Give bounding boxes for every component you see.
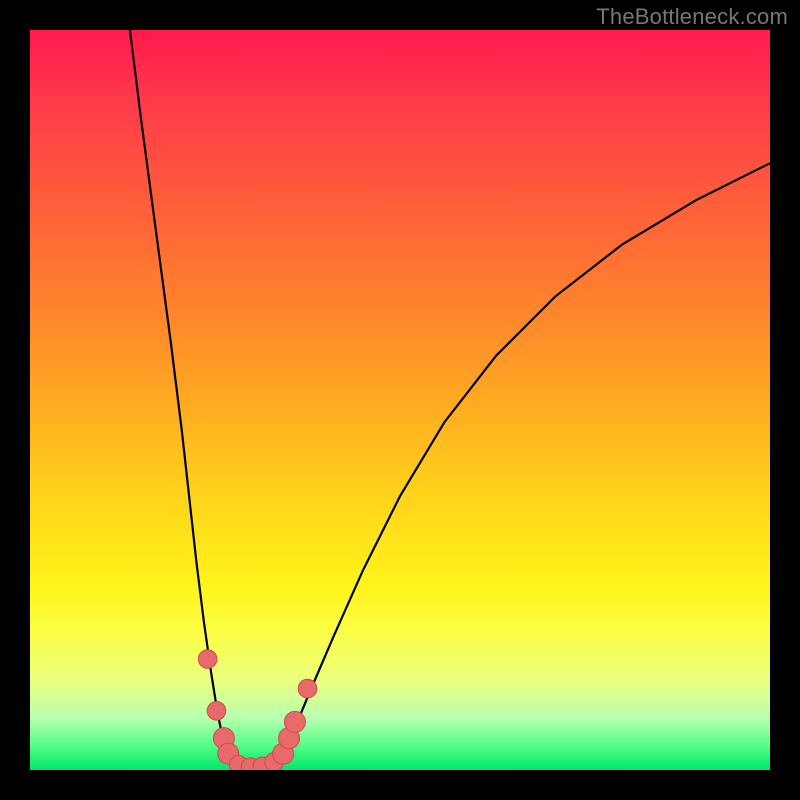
curve-right [282,163,770,756]
curve-left [130,30,230,759]
data-point [207,702,226,721]
chart-frame: TheBottleneck.com [0,0,800,800]
curve-svg [30,30,770,770]
data-point [198,650,217,669]
data-point [298,679,317,698]
data-point [284,711,305,732]
watermark-text: TheBottleneck.com [596,4,788,30]
data-markers [198,650,316,770]
plot-area [30,30,770,770]
